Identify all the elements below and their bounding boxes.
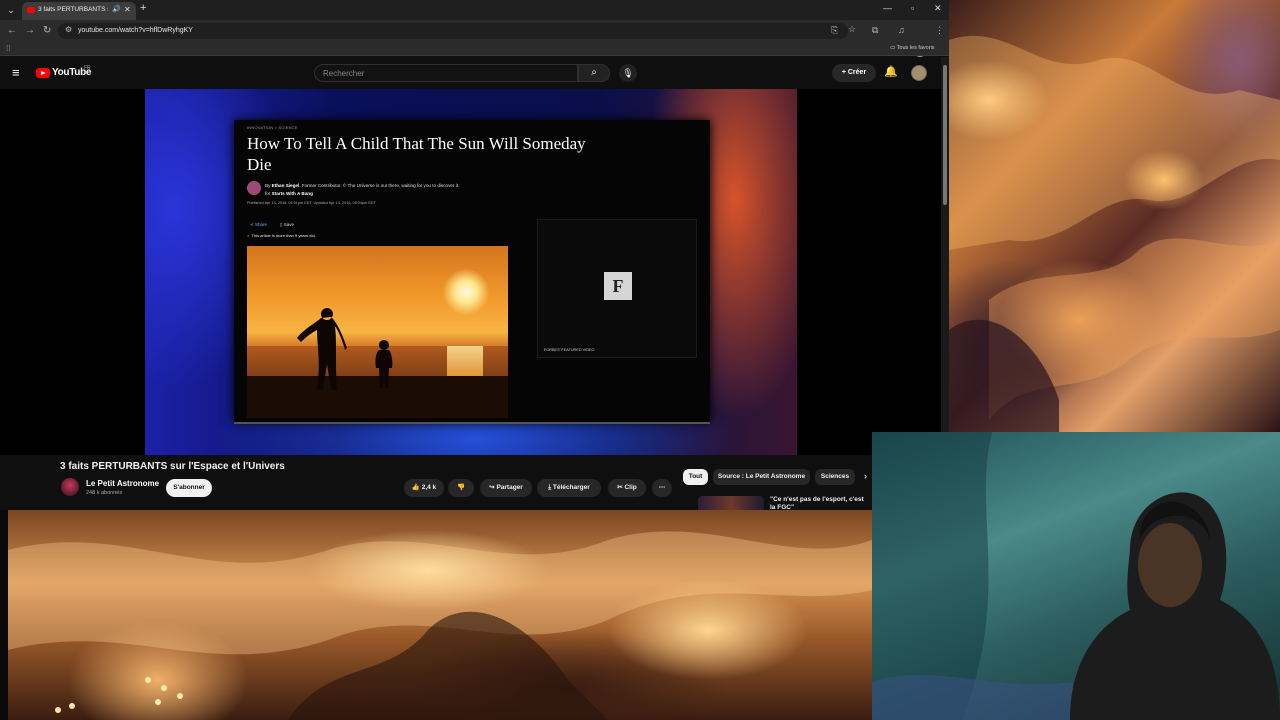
site-info-icon[interactable]: ⚙ [65,25,72,34]
youtube-masthead: ≡ YouTube FR Rechercher ⌕ 🎙 + Créer 🔔 [0,57,941,89]
tab-strip: ⌄ 3 faits PERTURBANTS sur l'Espace et l'… [0,0,949,20]
microphone-icon[interactable]: 🎙 [619,64,637,82]
youtube-logo-icon[interactable] [36,68,50,78]
clip-button[interactable]: ✂ Clip [608,479,646,497]
create-button[interactable]: + Créer [832,64,876,82]
author-avatar [247,181,261,195]
featured-video-label: FORBES' FEATURED VIDEO [544,348,595,352]
more-actions-button[interactable]: ⋯ [652,479,672,497]
chevron-right-icon[interactable]: › [864,471,867,481]
publication-name: Starts With A Bang [271,191,313,196]
chip-all[interactable]: Tout [683,469,708,485]
search-input[interactable]: Rechercher [314,64,578,82]
sun-reflection [447,346,483,378]
channel-avatar[interactable] [61,478,79,496]
reload-icon[interactable]: ↻ [43,25,51,36]
search-placeholder: Rechercher [323,69,365,78]
forbes-logo: F [604,272,632,300]
all-bookmarks[interactable]: ▭ Tous les favoris [890,45,935,51]
scrollbar-thumb[interactable] [943,65,947,205]
all-bookmarks-label: Tous les favoris [896,45,935,51]
published-date: Published Apr 14, 2016, 04:31pm EDT, Upd… [247,201,376,205]
close-icon[interactable]: ✕ [124,5,131,14]
url-text[interactable]: youtube.com/watch?v=hflDwRyhgKY [78,27,193,34]
sunset-photo [247,246,508,418]
streamer-silhouette [1070,492,1280,720]
browser-window: ⌄ 3 faits PERTURBANTS sur l'Espace et l'… [0,0,949,510]
organic-shapes-bottom [8,531,872,720]
article-headline: How To Tell A Child That The Sun Will So… [247,134,586,174]
recommendation-thumbnail[interactable] [698,496,764,510]
article-byline: By Ethan Siegel, Former Contributor. © T… [265,182,565,198]
bookmarks-bar: ⁞⁞ ▭ Tous les favoris [0,42,949,56]
byline-by: By [265,183,271,188]
install-icon[interactable]: ⎘ [831,25,838,36]
forward-icon[interactable]: → [25,25,35,36]
edge-strip [0,510,8,720]
article-age-note: This article is more than 9 years old. [247,233,315,238]
dislike-button[interactable]: 👎 [448,479,474,497]
video-info: 3 faits PERTURBANTS sur l'Espace et l'Un… [0,455,941,510]
address-bar-row: ← → ↻ ⚙ youtube.com/watch?v=hflDwRyhgKY … [0,20,949,57]
child-silhouette [375,340,393,388]
decorative-art-bottom [8,510,872,720]
sun-glow [443,269,489,315]
chip-sciences[interactable]: Sciences [815,469,855,485]
maximize-icon[interactable]: ▫ [911,3,914,13]
account-avatar[interactable] [911,65,927,81]
recommendation-title[interactable]: "Ce n'est pas de l'esport, c'est la FGC" [770,496,870,510]
media-icon[interactable]: ♫ [898,25,905,35]
back-icon[interactable]: ← [7,25,17,36]
video-progress-bar[interactable] [234,422,710,424]
video-player[interactable]: INNOVATION > SCIENCE How To Tell A Child… [0,89,941,455]
notifications-bell-icon[interactable]: 🔔 [884,65,898,78]
bookmark-star-icon[interactable]: ☆ [848,24,856,35]
decorative-art-right [949,0,1280,432]
organic-shapes-right [949,35,1280,432]
byline-rest: , Former Contributor. © The Universe is … [299,183,460,188]
video-article-frame: INNOVATION > SCIENCE How To Tell A Child… [234,120,710,422]
featured-video-box: F FORBES' FEATURED VIDEO [537,219,697,358]
menu-icon[interactable]: ⋮ [935,25,944,36]
share-button[interactable]: ↪ Partager [480,479,532,497]
video-title: 3 faits PERTURBANTS sur l'Espace et l'Un… [60,461,285,472]
save-label: Save [283,222,294,227]
share-label: Share [255,222,268,227]
download-label: Télécharger [552,484,590,491]
folder-icon: ▭ [890,45,897,51]
omnibox[interactable]: ⚙ youtube.com/watch?v=hflDwRyhgKY ⎘ [58,23,848,39]
channel-name[interactable]: Le Petit Astronome [86,479,159,488]
subscriber-count: 248 k abonnés [86,490,123,496]
subscribe-button[interactable]: S'abonner [166,479,212,497]
article-share: ⋖ Share [250,222,268,227]
clip-label: Clip [624,484,637,491]
thumbs-down-icon: 👎 [456,484,466,491]
article-breadcrumb: INNOVATION > SCIENCE [247,125,298,130]
thumbs-up-icon: 👍 [411,484,422,491]
byline-for: for [265,191,271,196]
parent-silhouette [297,308,347,390]
download-button[interactable]: ⤓ Télécharger [537,479,601,497]
article-save: ▯ Save [280,222,294,227]
like-button[interactable]: 👍 2,4 k [404,479,444,497]
chip-source[interactable]: Source : Le Petit Astronome [713,469,810,485]
country-code: FR [84,65,91,71]
tab-title: 3 faits PERTURBANTS sur l'Espace et l'Un… [38,6,108,13]
window-close-icon[interactable]: ✕ [934,3,942,14]
mute-icon[interactable]: 🔊 [112,5,121,13]
guide-menu-icon[interactable]: ≡ [12,65,20,80]
tab-youtube[interactable]: 3 faits PERTURBANTS sur l'Espace et l'Un… [22,2,136,20]
search-icon[interactable]: ⌕ [578,64,610,82]
youtube-favicon-icon [27,7,35,13]
author-name: Ethan Siegel [271,183,300,188]
tab-search-icon[interactable]: ⌄ [4,3,18,17]
like-count: 2,4 k [421,484,437,491]
extensions-icon[interactable]: ⧉ [872,25,878,36]
create-label: Créer [847,69,867,76]
apps-icon[interactable]: ⁞⁞ [6,44,10,53]
share-label: Partager [496,484,523,491]
minimize-icon[interactable]: — [883,3,892,13]
new-tab-icon[interactable]: + [140,2,146,14]
